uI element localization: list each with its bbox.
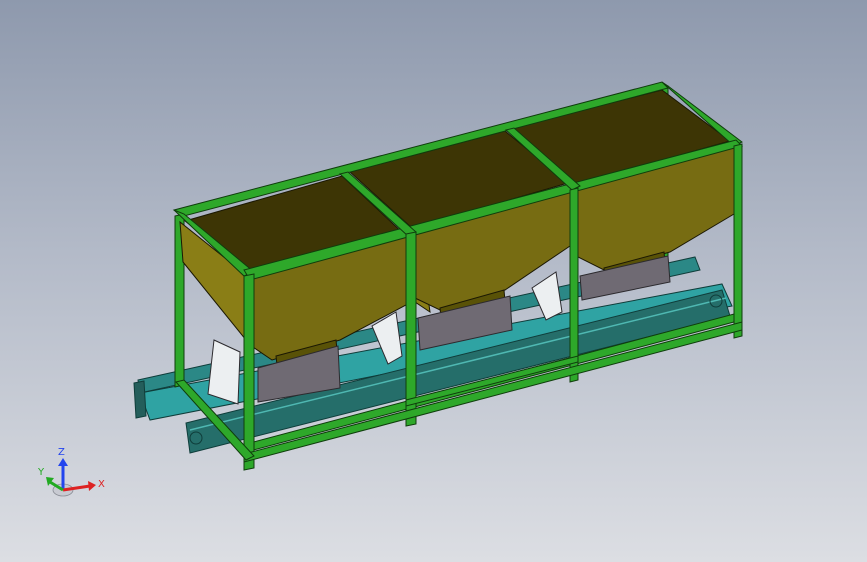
frame-post-front-4 [733, 143, 743, 339]
cad-viewport[interactable]: Z Y X [0, 0, 867, 562]
conveyor-tail-plate [133, 380, 147, 419]
frame-post-front-1 [243, 273, 255, 471]
axis-y-label: Y [38, 467, 45, 478]
orientation-triad[interactable]: Z Y X [36, 446, 116, 506]
hopper-conveyor-model[interactable] [0, 0, 867, 562]
axis-x-arrowhead-icon [88, 481, 96, 491]
triad-graphic [46, 458, 96, 497]
deflector-plate-1 [207, 339, 241, 405]
frame-post-front-3 [569, 187, 579, 383]
axis-x-label: X [98, 479, 105, 490]
axis-z-arrowhead-icon [58, 458, 68, 466]
frame-post-front-2 [405, 231, 417, 427]
deflector-plate-3 [531, 271, 563, 321]
axis-z-label: Z [58, 447, 65, 458]
